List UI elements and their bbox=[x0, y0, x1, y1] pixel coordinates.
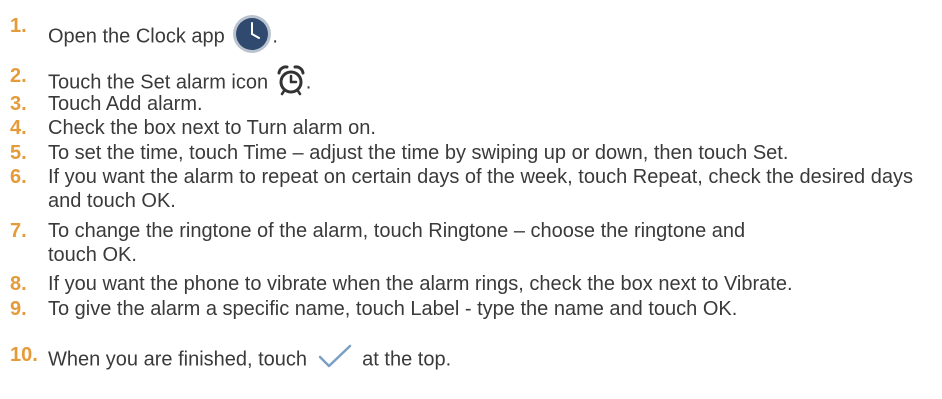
checkmark-icon bbox=[317, 343, 353, 377]
step-number: 8. bbox=[10, 273, 27, 295]
step-text: If you want the alarm to repeat on certa… bbox=[48, 166, 913, 212]
step-text: To set the time, touch Time – adjust the… bbox=[48, 142, 789, 164]
step-text: Touch the Set alarm icon bbox=[48, 71, 269, 94]
step-number: 4. bbox=[10, 117, 27, 139]
step-number: 9. bbox=[10, 298, 27, 320]
step-text: When you are finished, touch bbox=[48, 348, 308, 371]
step-text-suffix: . bbox=[305, 71, 312, 94]
step-text: Check the box next to Turn alarm on. bbox=[48, 117, 376, 139]
step-text: If you want the phone to vibrate when th… bbox=[48, 273, 793, 295]
step-number: 10. bbox=[10, 344, 38, 366]
step-text: Open the Clock app bbox=[48, 25, 225, 48]
alarm-clock-icon bbox=[276, 64, 306, 102]
step-number: 2. bbox=[10, 65, 27, 87]
step-number: 5. bbox=[10, 142, 27, 164]
step-number: 7. bbox=[10, 220, 27, 242]
step-number: 6. bbox=[10, 166, 27, 188]
clock-app-icon bbox=[232, 14, 272, 60]
step-text-suffix: . bbox=[272, 25, 278, 48]
step-number: 1. bbox=[10, 15, 27, 37]
step-text: To give the alarm a specific name, touch… bbox=[48, 298, 738, 320]
step-text: To change the ringtone of the alarm, tou… bbox=[48, 220, 746, 266]
step-number: 3. bbox=[10, 93, 27, 115]
step-text-suffix: at the top. bbox=[362, 348, 452, 371]
step-text: Touch Add alarm. bbox=[48, 93, 203, 115]
